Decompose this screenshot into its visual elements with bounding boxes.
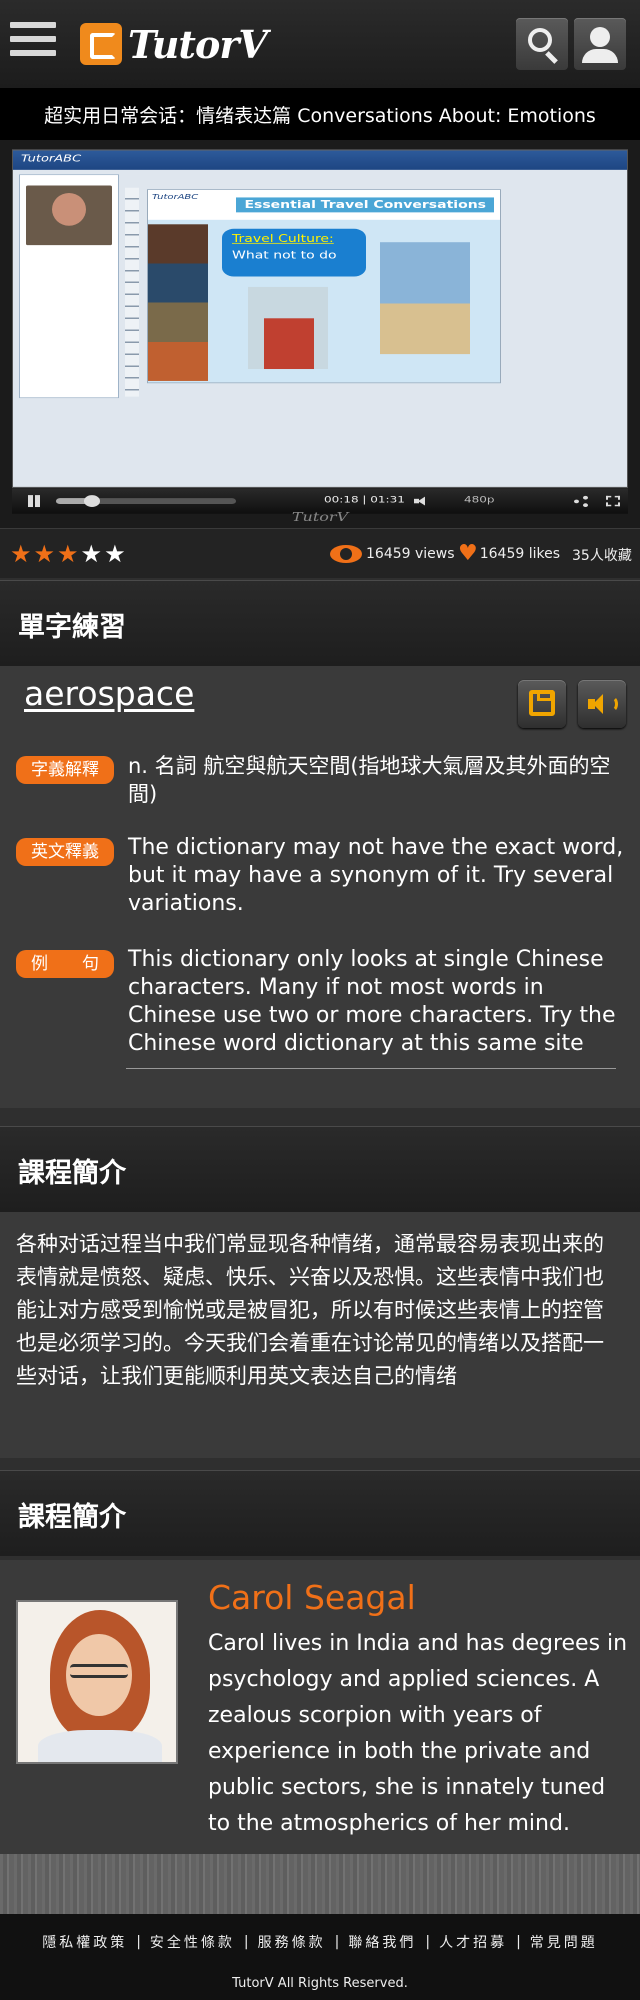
star-empty-icon[interactable]: ★ <box>81 542 103 566</box>
favorites-count: 35人收藏 <box>572 548 632 564</box>
footer-link-careers[interactable]: 人才招募 <box>439 1932 507 1952</box>
save-icon <box>529 690 555 716</box>
slide-title: Essential Travel Conversations <box>236 197 494 213</box>
footer-link-privacy[interactable]: 隱私權政策 <box>42 1932 127 1952</box>
search-icon <box>528 28 552 52</box>
star-rating[interactable]: ★ ★ ★ ★ ★ <box>10 542 126 566</box>
share-icon[interactable] <box>574 495 588 508</box>
footer-link-contact[interactable]: 聯絡我們 <box>348 1932 416 1952</box>
instructor-photo <box>16 1600 178 1764</box>
app-brand: TutorABC <box>21 153 82 165</box>
english-definition-tag: 英文釋義 <box>16 838 114 866</box>
intro-text: 各种对话过程当中我们常显现各种情绪，通常最容易表现出来的表情就是愤怒、疑虑、快乐… <box>16 1232 604 1388</box>
section-title: 課程簡介 <box>18 1158 126 1189</box>
drawing-toolbar <box>125 187 139 397</box>
video-watermark: TutorV <box>291 510 349 525</box>
user-button[interactable] <box>574 18 626 70</box>
definition-tag: 字義解釋 <box>16 756 114 784</box>
intro-card: 各种对话过程当中我们常显现各种情绪，通常最容易表现出来的表情就是愤怒、疑虑、快乐… <box>0 1212 640 1458</box>
slide-tourist-photo <box>248 286 328 370</box>
search-button[interactable] <box>516 18 568 70</box>
logo-mark-icon <box>80 23 122 65</box>
section-title: 課程簡介 <box>18 1502 126 1533</box>
page-title: 超实用日常会话：情绪表达篇 Conversations About: Emoti… <box>44 104 596 127</box>
footer-link-terms[interactable]: 服務條款 <box>258 1932 326 1952</box>
vocab-section-header: 單字練習 <box>0 580 640 666</box>
quality-selector[interactable]: 480p <box>464 494 495 504</box>
divider <box>126 1068 616 1069</box>
lesson-slide: TutorABC Essential Travel Conversations … <box>147 189 501 384</box>
site-logo[interactable]: TutorV <box>80 20 268 68</box>
pause-icon[interactable] <box>26 495 42 508</box>
definition-text: n. 名詞 航空與航天空間(指地球大氣層及其外面的空間) <box>128 754 611 806</box>
footer-wood-texture <box>0 1854 640 1914</box>
fullscreen-icon[interactable] <box>606 495 620 507</box>
video-screen[interactable]: TutorABC TutorABC Essential Travel Conve… <box>12 149 628 488</box>
volume-icon[interactable] <box>414 496 428 506</box>
audio-button[interactable] <box>578 680 626 728</box>
section-title: 單字練習 <box>18 612 126 643</box>
instructor-bio: Carol lives in India and has degrees in … <box>208 1631 628 1836</box>
example-tag: 例 句 <box>16 950 114 978</box>
slide-brand: TutorABC <box>152 192 199 202</box>
likes-count[interactable]: ♥ 16459 likes <box>458 543 560 565</box>
webcam-video <box>26 185 112 246</box>
slide-photo-strip <box>148 224 208 381</box>
logo-text: TutorV <box>128 21 268 67</box>
footer-nav: 隱私權政策 | 安全性條款 | 服務條款 | 聯絡我們 | 人才招募 | 常見問… <box>0 1914 640 1970</box>
progress-knob[interactable] <box>84 495 100 508</box>
instructor-card: Carol Seagal Carol lives in India and ha… <box>0 1560 640 1854</box>
vocab-word: aerospace <box>24 674 195 713</box>
example-text: This dictionary only looks at single Chi… <box>128 947 616 1056</box>
instructor-name: Carol Seagal <box>208 1578 416 1617</box>
vocab-card: aerospace 字義解釋 n. 名詞 航空與航天空間(指地球大氣層及其外面的… <box>0 666 640 1108</box>
page-title-bar: 超实用日常会话：情绪表达篇 Conversations About: Emoti… <box>0 88 640 140</box>
star-filled-icon[interactable]: ★ <box>57 542 79 566</box>
star-filled-icon[interactable]: ★ <box>34 542 56 566</box>
intro-section-header: 課程簡介 <box>0 1126 640 1212</box>
hamburger-menu-icon[interactable] <box>10 22 56 62</box>
user-icon <box>590 27 610 47</box>
star-filled-icon[interactable]: ★ <box>10 542 32 566</box>
save-button[interactable] <box>518 680 566 728</box>
copyright: TutorV All Rights Reserved. <box>0 1970 640 2000</box>
video-stats-bar: ★ ★ ★ ★ ★ 16459 views ♥ 16459 likes 35人收藏 <box>0 528 640 578</box>
top-header: TutorV <box>0 0 640 88</box>
video-time: 00:18 | 01:31 <box>324 494 405 505</box>
slide-speech-bubble: Travel Culture: What not to do <box>222 228 366 277</box>
eye-icon <box>330 545 362 563</box>
views-count: 16459 views <box>330 545 455 563</box>
slide-beach-photo <box>380 242 470 355</box>
heart-icon[interactable]: ♥ <box>458 543 478 565</box>
star-empty-icon[interactable]: ★ <box>104 542 126 566</box>
english-definition-text: The dictionary may not have the exact wo… <box>128 835 624 916</box>
footer-link-faq[interactable]: 常見問題 <box>530 1932 598 1952</box>
speaker-icon <box>588 694 618 714</box>
footer-link-security[interactable]: 安全性條款 <box>150 1932 235 1952</box>
video-player[interactable]: TutorABC TutorABC Essential Travel Conve… <box>0 140 640 528</box>
app-toolbar: TutorABC <box>13 150 627 170</box>
video-progress-bar[interactable] <box>56 495 236 508</box>
webcam-panel <box>19 174 119 399</box>
instructor-section-header: 課程簡介 <box>0 1470 640 1556</box>
